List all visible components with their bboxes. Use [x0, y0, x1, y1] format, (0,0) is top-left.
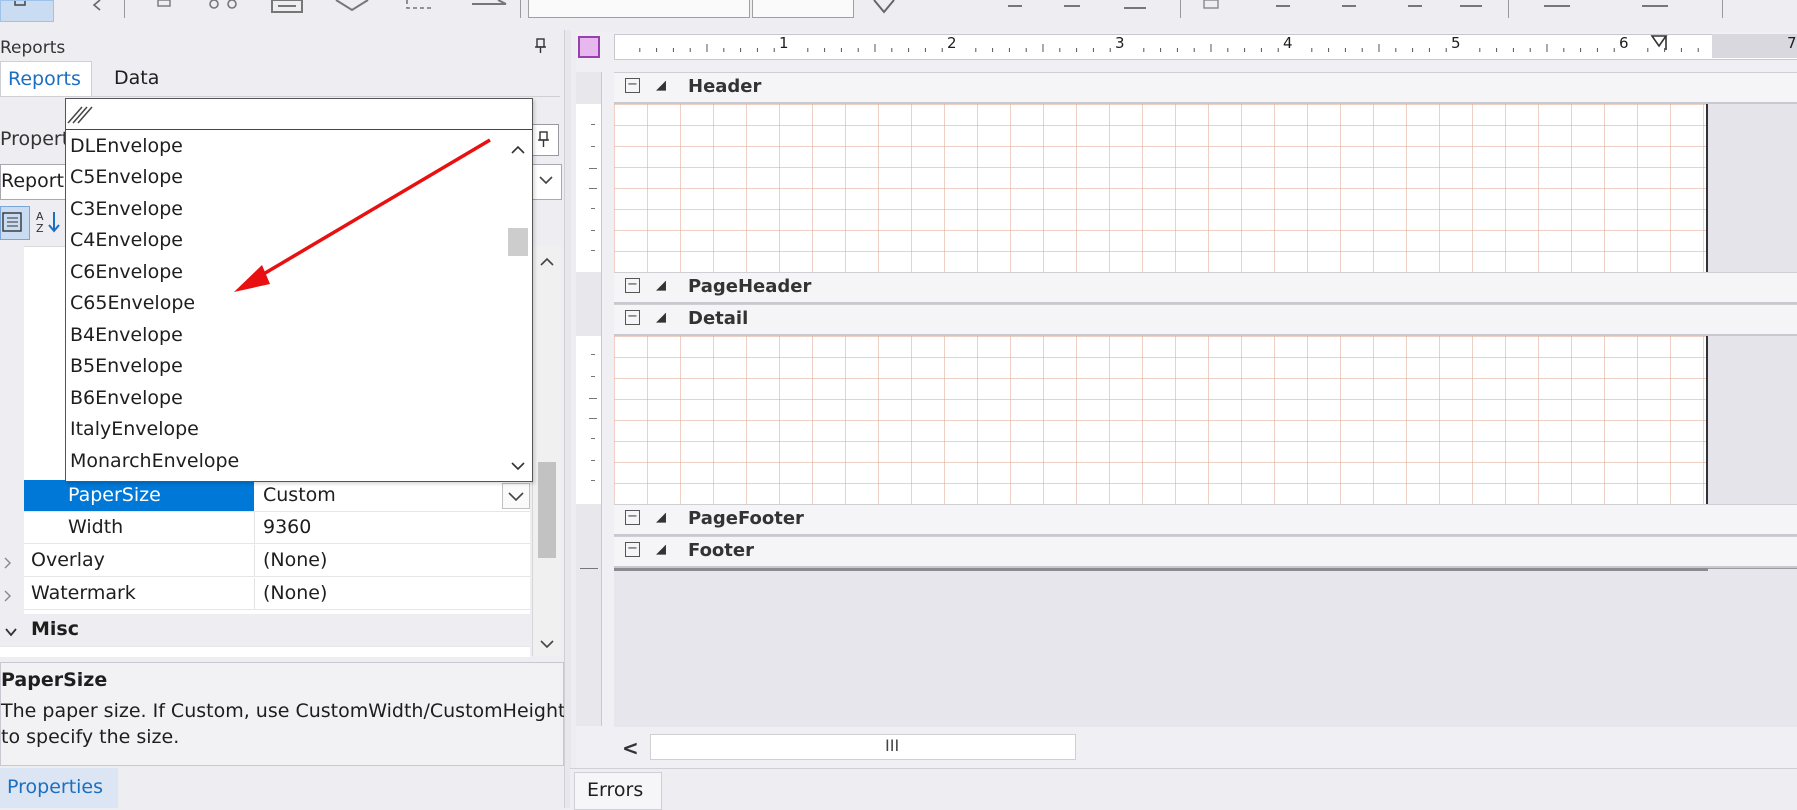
- bottom-bar: [570, 768, 1797, 809]
- ruler-tick: [589, 188, 597, 189]
- splitter[interactable]: [564, 30, 571, 808]
- band-header-header[interactable]: − ◢ Header: [614, 72, 1797, 104]
- horizontal-scrollbar[interactable]: < III: [614, 734, 1797, 760]
- band-label: Header: [688, 76, 762, 97]
- horizontal-scroll-thumb[interactable]: III: [650, 734, 1076, 760]
- band-header-footer[interactable]: − ◢ Footer: [614, 536, 1797, 568]
- margin-marker-icon[interactable]: [1650, 34, 1670, 57]
- band-label: PageFooter: [688, 508, 804, 529]
- ruler-tick: [591, 354, 595, 355]
- ruler-number: 5: [1451, 34, 1461, 52]
- band-header-pageheader[interactable]: − ◢ PageHeader: [614, 272, 1797, 304]
- ruler-number: 1: [779, 34, 789, 52]
- band-margin: [1708, 336, 1797, 504]
- band-label: PageHeader: [688, 276, 812, 297]
- band-header-detail[interactable]: − ◢ Detail: [614, 304, 1797, 336]
- band-header-pagefooter[interactable]: − ◢ PageFooter: [614, 504, 1797, 536]
- ruler-tick: [591, 146, 595, 147]
- ruler-number: 7: [1787, 34, 1797, 52]
- band-label: Detail: [688, 308, 749, 329]
- band-body-detail[interactable]: [614, 336, 1708, 504]
- ruler-tick: [591, 376, 595, 377]
- tab-errors-label: Errors: [587, 779, 644, 801]
- collapse-icon[interactable]: −: [625, 310, 640, 325]
- footer-edge: [614, 568, 1708, 571]
- ruler-tick: [591, 124, 595, 125]
- expand-triangle-icon: ◢: [656, 78, 666, 93]
- ruler-margin-area: [1712, 34, 1797, 58]
- band-label: Footer: [688, 540, 754, 561]
- expand-triangle-icon: ◢: [656, 510, 666, 525]
- ruler-tick: [591, 208, 595, 209]
- collapse-icon[interactable]: −: [625, 510, 640, 525]
- ruler-number: 2: [947, 34, 957, 52]
- tab-errors[interactable]: Errors: [574, 772, 662, 810]
- scroll-left-icon[interactable]: <: [622, 736, 639, 760]
- ruler-tick: [591, 250, 595, 251]
- ruler-tick: [589, 418, 597, 419]
- ruler-tick: [591, 230, 595, 231]
- band-body-header[interactable]: [614, 104, 1708, 272]
- collapse-icon[interactable]: −: [625, 542, 640, 557]
- select-report-icon[interactable]: [578, 36, 600, 58]
- scroll-grip: III: [885, 736, 900, 755]
- ruler-tick: [591, 460, 595, 461]
- expand-triangle-icon: ◢: [656, 278, 666, 293]
- ruler-tick: [580, 568, 598, 569]
- band-margin: [1708, 104, 1797, 272]
- ruler-tick: [591, 480, 595, 481]
- ruler-number: 6: [1619, 34, 1629, 52]
- ruler-tick: [591, 438, 595, 439]
- expand-triangle-icon: ◢: [656, 310, 666, 325]
- ruler-number: 4: [1283, 34, 1293, 52]
- ruler-tick: [589, 398, 597, 399]
- collapse-icon[interactable]: −: [625, 78, 640, 93]
- ruler-tick: [589, 168, 597, 169]
- collapse-icon[interactable]: −: [625, 278, 640, 293]
- designer-empty-area: [614, 568, 1797, 727]
- expand-triangle-icon: ◢: [656, 542, 666, 557]
- vertical-ruler-detail: [576, 336, 601, 504]
- ruler-number: 3: [1115, 34, 1125, 52]
